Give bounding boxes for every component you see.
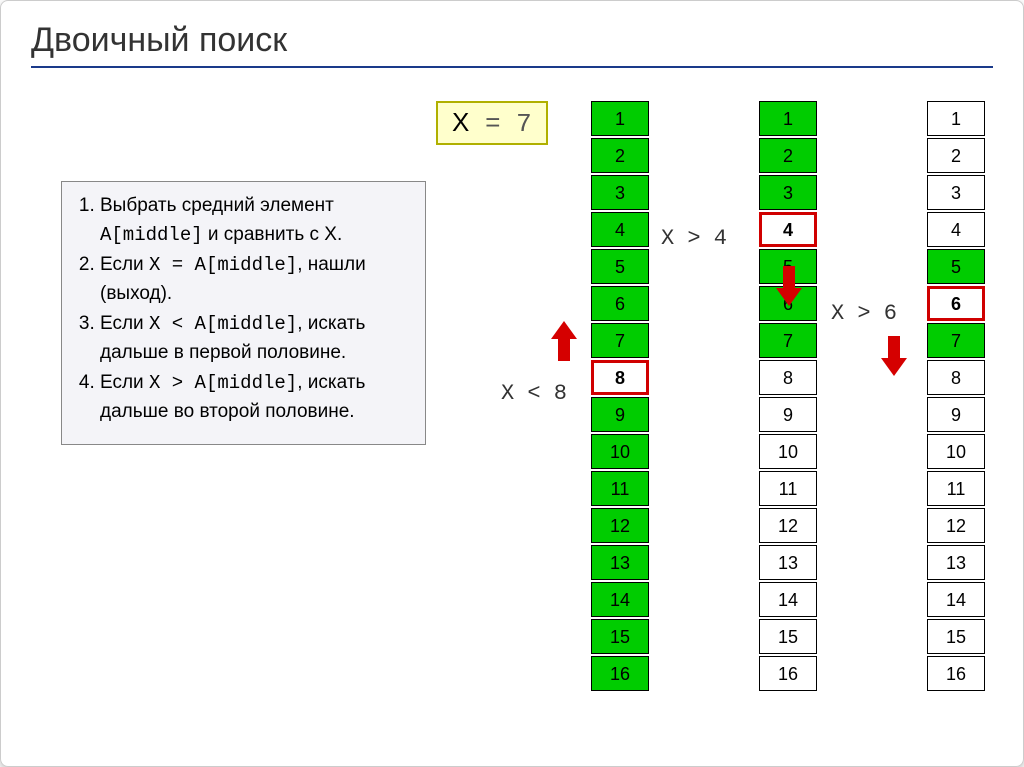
array-cell: 11 (591, 471, 649, 506)
algorithm-box: Выбрать средний элемент A[middle] и срав… (61, 181, 426, 445)
algo-text: Если (100, 313, 149, 334)
array-cell: 15 (759, 619, 817, 654)
array-cell: 6 (927, 286, 985, 321)
array-cell: 13 (759, 545, 817, 580)
array-cell: 14 (927, 582, 985, 617)
algo-code: X = A[middle] (149, 254, 297, 276)
algo-step-3: Если X < A[middle], искать дальше в перв… (100, 310, 411, 367)
algorithm-list: Выбрать средний элемент A[middle] и срав… (76, 192, 411, 426)
algo-step-1: Выбрать средний элемент A[middle] и срав… (100, 192, 411, 249)
algo-code: A[middle] (100, 224, 203, 246)
array-cell: 2 (927, 138, 985, 173)
arrow-up-icon (551, 321, 577, 361)
array-cell: 16 (927, 656, 985, 691)
array-cell: 11 (759, 471, 817, 506)
x-eq: = (469, 109, 516, 139)
algo-code: X < A[middle] (149, 313, 297, 335)
array-cell: 9 (927, 397, 985, 432)
algo-text: и сравнить с X. (203, 224, 343, 245)
array-cell: 16 (759, 656, 817, 691)
array-cell: 8 (591, 360, 649, 395)
array-cell: 4 (927, 212, 985, 247)
array-column-1: 12345678910111213141516 (591, 101, 649, 693)
algo-step-4: Если X > A[middle], искать дальше во вто… (100, 369, 411, 426)
x-val: 7 (516, 109, 532, 139)
slide: Двоичный поиск X = 7 Выбрать средний эле… (0, 0, 1024, 767)
array-cell: 14 (591, 582, 649, 617)
array-cell: 12 (591, 508, 649, 543)
array-cell: 12 (759, 508, 817, 543)
algo-text: Выбрать средний элемент (100, 195, 334, 216)
array-cell: 5 (927, 249, 985, 284)
algo-step-2: Если X = A[middle], нашли (выход). (100, 251, 411, 308)
array-cell: 14 (759, 582, 817, 617)
array-cell: 2 (591, 138, 649, 173)
array-cell: 15 (591, 619, 649, 654)
label-x-gt-6: X > 6 (831, 301, 897, 326)
array-cell: 10 (927, 434, 985, 469)
array-cell: 8 (927, 360, 985, 395)
array-cell: 4 (759, 212, 817, 247)
arrow-down-icon (776, 266, 802, 306)
array-cell: 8 (759, 360, 817, 395)
title-rule (31, 66, 993, 68)
label-x-lt-8: X < 8 (501, 381, 567, 406)
array-cell: 7 (759, 323, 817, 358)
x-var: X (452, 107, 469, 137)
array-cell: 12 (927, 508, 985, 543)
array-cell: 2 (759, 138, 817, 173)
array-cell: 15 (927, 619, 985, 654)
arrow-down-icon (881, 336, 907, 376)
array-cell: 6 (591, 286, 649, 321)
label-x-gt-4: X > 4 (661, 226, 727, 251)
array-cell: 3 (759, 175, 817, 210)
array-cell: 3 (591, 175, 649, 210)
array-cell: 13 (591, 545, 649, 580)
array-columns: 1234567891011121314151612345678910111213… (591, 101, 985, 693)
array-column-2: 12345678910111213141516 (759, 101, 817, 693)
page-title: Двоичный поиск (31, 21, 993, 60)
array-cell: 7 (927, 323, 985, 358)
array-cell: 7 (591, 323, 649, 358)
array-cell: 9 (759, 397, 817, 432)
array-cell: 11 (927, 471, 985, 506)
array-cell: 3 (927, 175, 985, 210)
array-cell: 1 (591, 101, 649, 136)
array-cell: 4 (591, 212, 649, 247)
x-value-box: X = 7 (436, 101, 548, 145)
array-column-3: 12345678910111213141516 (927, 101, 985, 693)
array-cell: 1 (927, 101, 985, 136)
algo-text: Если (100, 372, 149, 393)
array-cell: 9 (591, 397, 649, 432)
array-cell: 10 (591, 434, 649, 469)
algo-code: X > A[middle] (149, 372, 297, 394)
array-cell: 5 (591, 249, 649, 284)
array-cell: 13 (927, 545, 985, 580)
algo-text: Если (100, 254, 149, 275)
array-cell: 1 (759, 101, 817, 136)
array-cell: 10 (759, 434, 817, 469)
array-cell: 16 (591, 656, 649, 691)
